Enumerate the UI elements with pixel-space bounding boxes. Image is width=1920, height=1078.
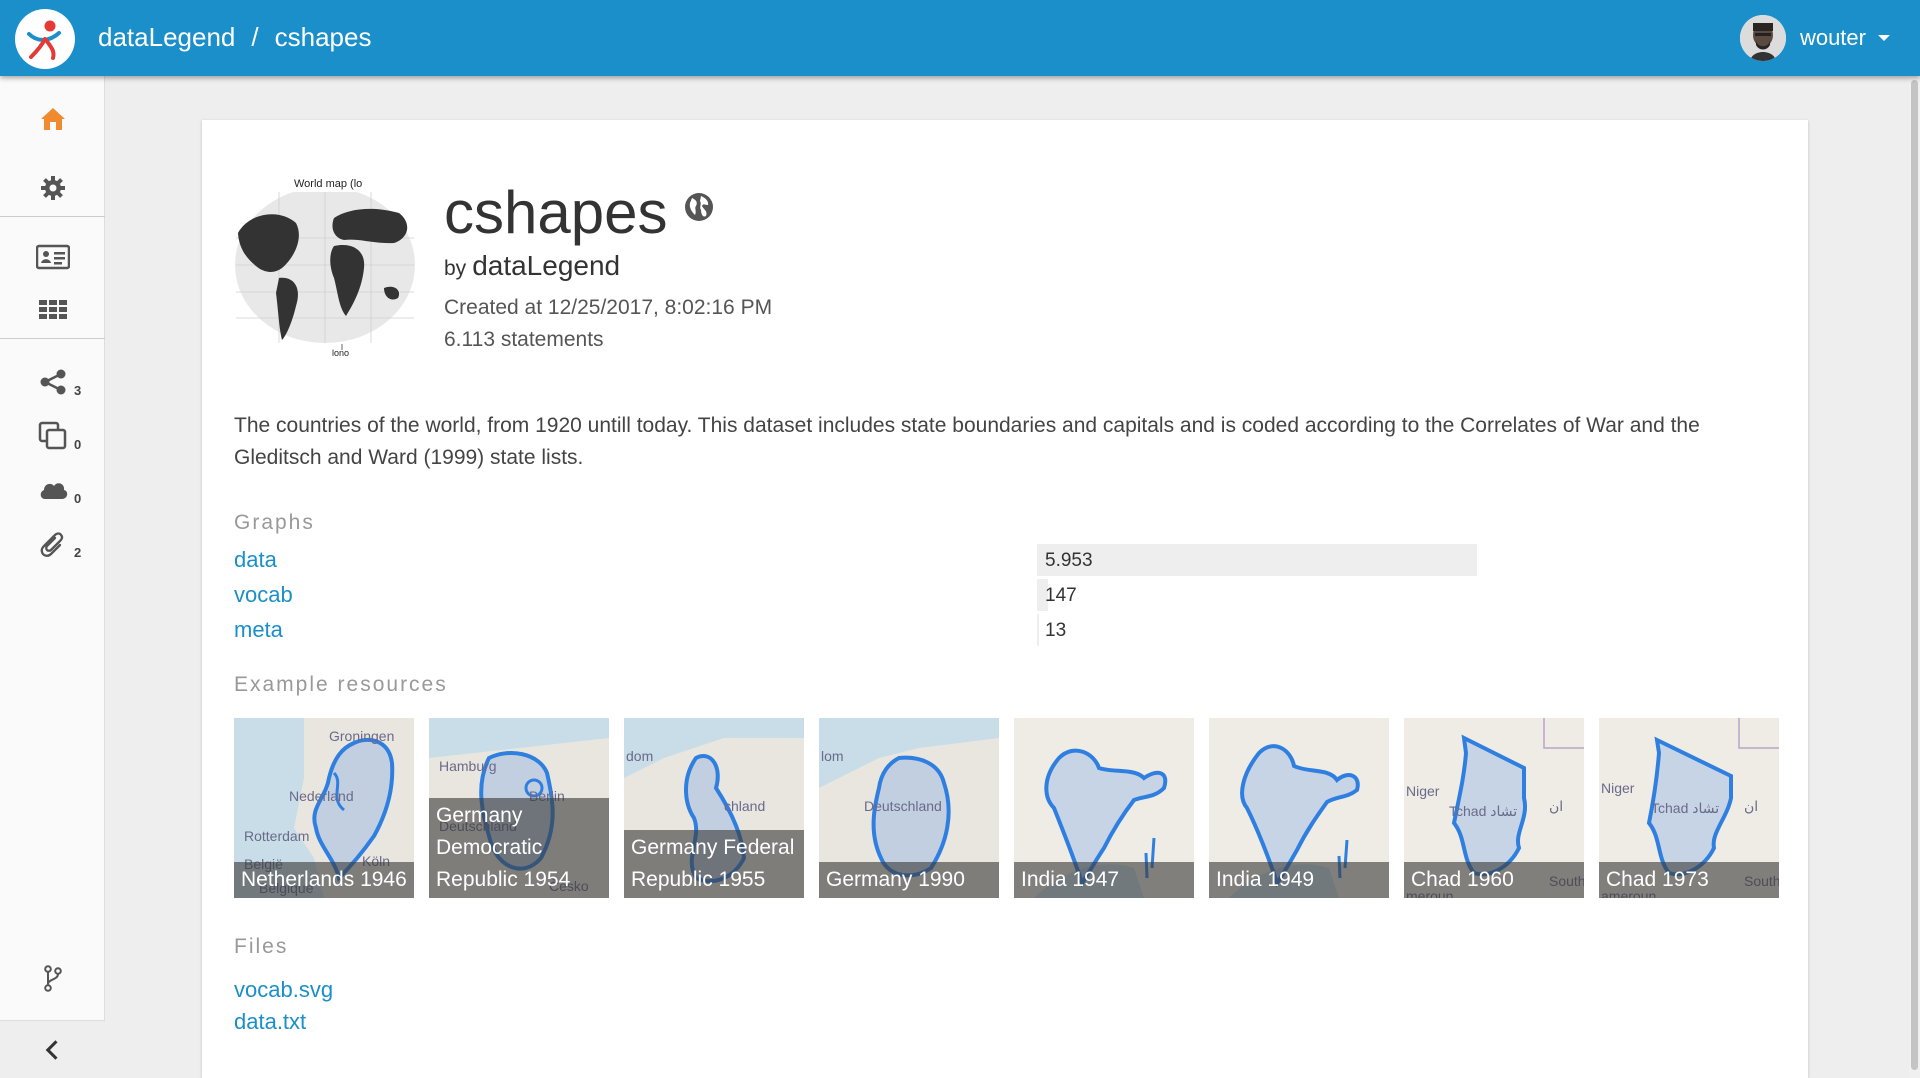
sidebar-divider (0, 338, 105, 339)
owner-link[interactable]: dataLegend (472, 250, 620, 281)
image-caption-bottom: lono (332, 348, 350, 358)
sidebar-item-services[interactable]: 0 (0, 464, 105, 516)
graph-size-bar (1037, 614, 1040, 646)
breadcrumb: dataLegend / cshapes (98, 22, 371, 53)
example-resource-tile[interactable]: GroningenNederlandRotterdamBelgiëBelgiqu… (234, 718, 414, 898)
example-resource-tile[interactable]: NigerTchad تشادانSouthamerounChad 1973 (1599, 718, 1779, 898)
graph-link[interactable]: vocab (234, 582, 293, 608)
copy-icon (38, 421, 66, 450)
example-resource-label: India 1949 (1209, 862, 1389, 898)
example-resource-tile[interactable]: India 1947 (1014, 718, 1194, 898)
breadcrumb-dataset-link[interactable]: cshapes (275, 22, 372, 53)
map-place-label: Tchad تشاد (1651, 800, 1720, 816)
image-caption-top: World map (lo (294, 178, 363, 190)
map-place-label: Nederland (289, 788, 354, 804)
top-bar: dataLegend / cshapes wouter (0, 0, 1920, 76)
map-place-label: ان (1549, 798, 1564, 814)
example-resource-tile[interactable]: NigerTchad تشادانSouthmerounChad 1960 (1404, 718, 1584, 898)
dataset-image: World map (lo lono (234, 178, 416, 360)
example-resource-label: Germany 1990 (819, 862, 999, 898)
example-resource-label: Chad 1973 (1599, 862, 1779, 898)
sidebar-item-assets[interactable]: 2 (0, 518, 105, 570)
file-link-data[interactable]: data.txt (234, 1009, 306, 1035)
assets-count: 2 (74, 545, 82, 560)
created-date: Created at 12/25/2017, 8:02:16 PM (444, 296, 773, 319)
sidebar-divider (0, 216, 105, 217)
files-heading: Files (234, 935, 289, 958)
chevron-left-icon (45, 1039, 58, 1060)
example-resource-tile[interactable]: dom chland Germany Federal Republic 1955 (624, 718, 804, 898)
grid-icon (38, 300, 67, 319)
example-resource-tile[interactable]: India 1949 (1209, 718, 1389, 898)
globe-icon (685, 193, 713, 221)
breadcrumb-org-link[interactable]: dataLegend (98, 22, 235, 53)
example-resource-label: Chad 1960 (1404, 862, 1584, 898)
map-place-label: lom (821, 748, 844, 764)
share-nodes-icon (40, 369, 65, 395)
sidebar-item-graphs[interactable]: 3 (0, 356, 105, 408)
page-title: cshapes (444, 179, 668, 246)
dataset-card: World map (lo lono cshapes by dataLegend … (202, 120, 1808, 1078)
map-place-label: chland (724, 798, 766, 814)
code-branch-icon (43, 965, 62, 992)
sidebar-item-home[interactable] (0, 93, 105, 145)
map-place-label: Hamburg (439, 758, 497, 774)
graph-size-bar (1037, 544, 1477, 576)
id-card-icon (35, 244, 70, 270)
example-resource-label: Germany Democratic Republic 1954 (429, 798, 609, 898)
example-resource-label: Netherlands 1946 (234, 862, 414, 898)
map-place-label: Groningen (329, 728, 395, 744)
copies-count: 0 (74, 437, 82, 452)
scrollbar-thumb[interactable] (1911, 80, 1918, 1070)
sidebar: 3 0 0 2 (0, 76, 105, 1078)
triply-logo-icon[interactable] (15, 9, 75, 69)
services-count: 0 (74, 491, 82, 506)
graphs-heading: Graphs (234, 511, 315, 534)
statement-count: 6.113 statements (444, 328, 604, 351)
caret-down-icon (1878, 35, 1890, 41)
graph-statement-count: 5.953 (1045, 550, 1093, 571)
map-place-label: Niger (1601, 780, 1635, 796)
map-place-label: dom (626, 748, 654, 764)
graph-row: data 5.953 (234, 544, 1477, 576)
graph-link[interactable]: meta (234, 617, 283, 643)
example-resource-tile[interactable]: lom Deutschland Germany 1990 (819, 718, 999, 898)
sidebar-item-table[interactable] (0, 284, 105, 336)
by-prefix: by (444, 257, 467, 280)
user-name: wouter (1799, 25, 1866, 50)
graphs-count: 3 (74, 383, 82, 398)
breadcrumb-separator: / (251, 22, 259, 52)
sidebar-collapse-button[interactable] (0, 1020, 105, 1078)
avatar (1739, 15, 1786, 61)
example-resource-label: Germany Federal Republic 1955 (624, 830, 804, 898)
map-place-label: Tchad تشاد (1449, 803, 1518, 819)
sidebar-item-version[interactable] (0, 952, 105, 1004)
map-place-label: ان (1744, 798, 1759, 814)
file-link-vocab[interactable]: vocab.svg (234, 977, 333, 1003)
graph-link[interactable]: data (234, 547, 277, 573)
dataset-description: The countries of the world, from 1920 un… (234, 414, 1700, 469)
graph-statement-count: 147 (1045, 585, 1077, 606)
map-place-label: Deutschland (864, 798, 942, 814)
user-menu[interactable]: wouter (1739, 15, 1890, 61)
example-resources-list: GroningenNederlandRotterdamBelgiëBelgiqu… (234, 718, 1780, 898)
sidebar-item-copies[interactable]: 0 (0, 410, 105, 462)
sidebar-item-settings[interactable] (0, 162, 105, 214)
graph-row: vocab 147 (234, 579, 1434, 611)
owner-line: by dataLegend (444, 250, 620, 282)
paperclip-icon (40, 532, 63, 557)
map-place-label: Niger (1406, 783, 1440, 799)
example-resource-tile[interactable]: HamburgBerlinDeutschlandČeskoGermany Dem… (429, 718, 609, 898)
example-resource-label: India 1947 (1014, 862, 1194, 898)
home-icon (40, 108, 65, 130)
cloud-icon (40, 483, 67, 499)
map-place-label: Rotterdam (244, 828, 310, 844)
graph-statement-count: 13 (1045, 620, 1067, 641)
graph-row: meta 13 (234, 614, 1434, 646)
examples-heading: Example resources (234, 673, 448, 696)
sidebar-item-info[interactable] (0, 231, 105, 283)
gear-icon (40, 176, 65, 200)
